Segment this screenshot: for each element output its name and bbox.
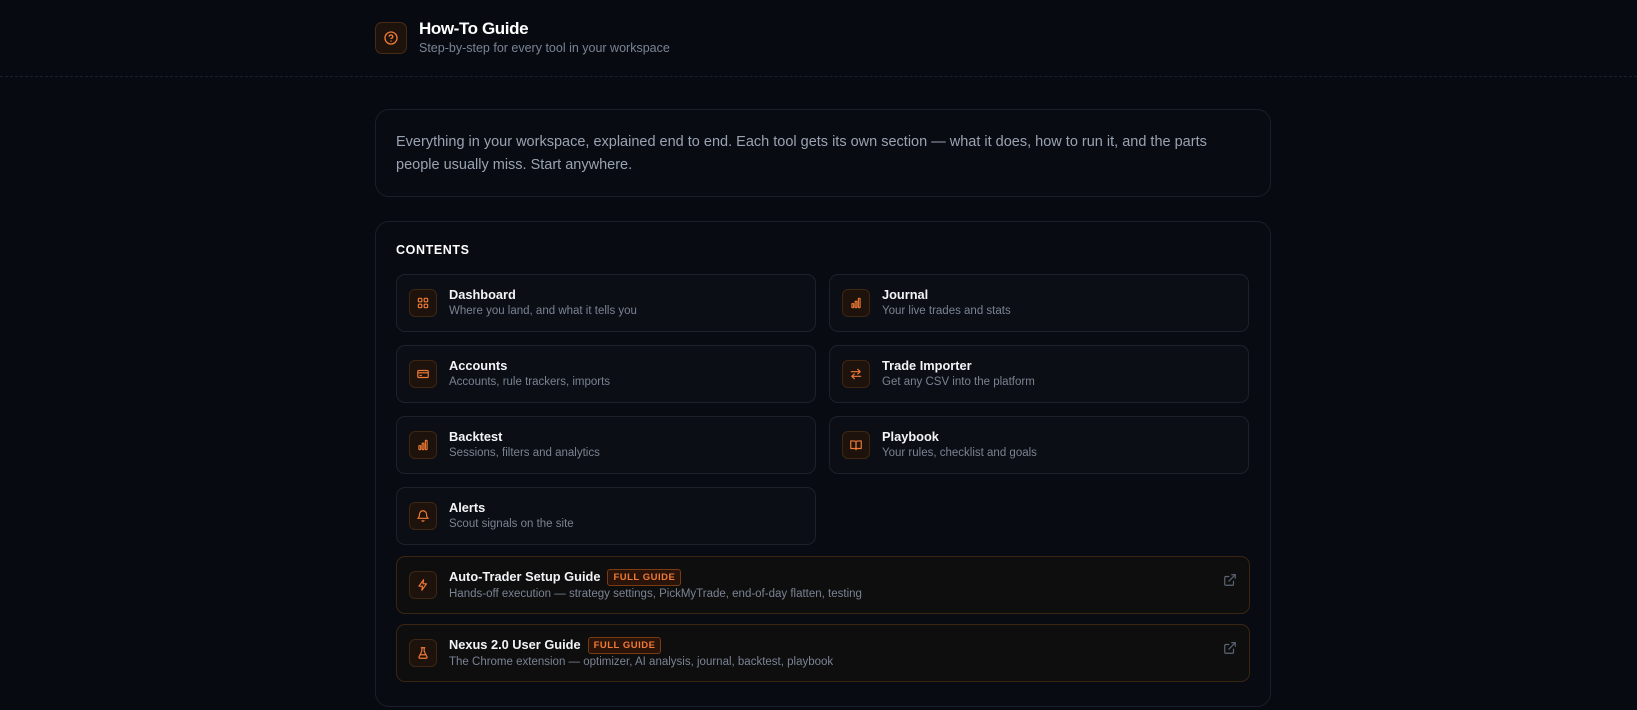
full-guide-badge: FULL GUIDE (607, 568, 682, 586)
bell-icon (409, 502, 437, 530)
contents-grid: Dashboard Where you land, and what it te… (396, 274, 1250, 545)
item-title: Playbook (882, 429, 939, 444)
contents-item-trade-importer[interactable]: Trade Importer Get any CSV into the plat… (829, 345, 1249, 403)
header-bar: How-To Guide Step-by-step for every tool… (0, 0, 1637, 77)
item-desc: Your live trades and stats (882, 305, 1011, 317)
bar-chart-icon (409, 431, 437, 459)
item-title: Dashboard (449, 287, 516, 302)
contents-card: CONTENTS Dashboard Where you land, and w… (375, 221, 1271, 707)
item-title: Backtest (449, 429, 503, 444)
guide-desc: The Chrome extension — optimizer, AI ana… (449, 655, 834, 668)
item-desc: Scout signals on the site (449, 518, 574, 530)
item-desc: Accounts, rule trackers, imports (449, 376, 611, 388)
contents-item-backtest[interactable]: Backtest Sessions, filters and analytics (396, 416, 816, 474)
header: How-To Guide Step-by-step for every tool… (375, 19, 670, 56)
guide-desc: Hands-off execution — strategy settings,… (449, 587, 862, 600)
grid-icon (409, 289, 437, 317)
lightning-icon (409, 571, 437, 599)
item-title: Alerts (449, 500, 486, 515)
external-link-icon[interactable] (1223, 641, 1237, 660)
bar-chart-icon (842, 289, 870, 317)
guide-title: Auto-Trader Setup Guide (449, 569, 601, 584)
item-title: Journal (882, 287, 929, 302)
contents-heading: CONTENTS (396, 243, 470, 257)
contents-item-dashboard[interactable]: Dashboard Where you land, and what it te… (396, 274, 816, 332)
item-desc: Sessions, filters and analytics (449, 447, 600, 459)
book-open-icon (842, 431, 870, 459)
page-title: How-To Guide (419, 19, 529, 38)
full-guide-badge: FULL GUIDE (587, 636, 662, 654)
contents-item-playbook[interactable]: Playbook Your rules, checklist and goals (829, 416, 1249, 474)
item-title: Trade Importer (882, 358, 972, 373)
guide-auto-trader[interactable]: Auto-Trader Setup Guide FULL GUIDE Hands… (396, 556, 1250, 614)
item-desc: Your rules, checklist and goals (882, 447, 1037, 459)
item-title: Accounts (449, 358, 508, 373)
contents-item-alerts[interactable]: Alerts Scout signals on the site (396, 487, 816, 545)
contents-item-accounts[interactable]: Accounts Accounts, rule trackers, import… (396, 345, 816, 403)
external-link-icon[interactable] (1223, 573, 1237, 592)
flask-icon (409, 639, 437, 667)
intro-text: Everything in your workspace, explained … (396, 134, 1207, 173)
intro-card: Everything in your workspace, explained … (375, 109, 1271, 197)
credit-card-icon (409, 360, 437, 388)
help-circle-icon (375, 21, 407, 54)
swap-arrows-icon (842, 360, 870, 388)
item-desc: Where you land, and what it tells you (449, 305, 637, 317)
page-subtitle: Step-by-step for every tool in your work… (419, 41, 670, 55)
guide-nexus[interactable]: Nexus 2.0 User Guide FULL GUIDE The Chro… (396, 624, 1250, 682)
guide-title: Nexus 2.0 User Guide (449, 637, 581, 652)
item-desc: Get any CSV into the platform (882, 376, 1035, 388)
contents-item-journal[interactable]: Journal Your live trades and stats (829, 274, 1249, 332)
